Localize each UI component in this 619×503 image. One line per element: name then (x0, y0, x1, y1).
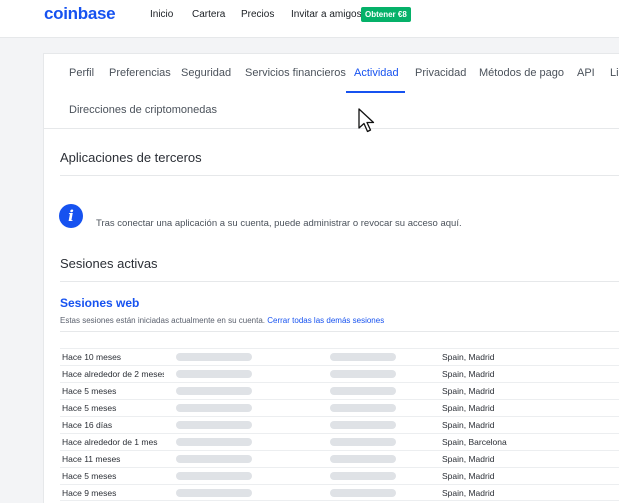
divider (60, 281, 619, 282)
tab-actividad[interactable]: Actividad (354, 67, 399, 79)
redacted-ip (330, 472, 396, 480)
top-bar: coinbase Inicio Cartera Precios Invitar … (0, 0, 619, 38)
nav-cartera[interactable]: Cartera (192, 9, 225, 20)
session-location: Spain, Madrid (442, 454, 495, 464)
session-row: Hace 5 meses Spain, Madrid (60, 382, 619, 399)
tab-direcciones-cripto[interactable]: Direcciones de criptomonedas (69, 104, 217, 116)
redacted-device (176, 353, 252, 361)
session-row: Hace 5 meses Spain, Madrid (60, 399, 619, 416)
redacted-device (176, 455, 252, 463)
redacted-ip (330, 387, 396, 395)
session-time: Hace alrededor de 2 meses (62, 369, 164, 379)
session-row: Hace 9 meses Spain, Madrid (60, 484, 619, 501)
tab-preferencias[interactable]: Preferencias (109, 67, 171, 79)
web-sessions-description: Estas sesiones están iniciadas actualmen… (60, 316, 384, 325)
session-time: Hace 10 meses (62, 352, 122, 362)
session-location: Spain, Madrid (442, 420, 495, 430)
third-party-title: Aplicaciones de terceros (60, 150, 202, 165)
tab-perfil[interactable]: Perfil (69, 67, 94, 79)
session-row: Hace 10 meses Spain, Madrid (60, 348, 619, 365)
divider (60, 331, 619, 332)
session-row: Hace 16 días Spain, Madrid (60, 416, 619, 433)
tab-li[interactable]: Li (610, 67, 619, 79)
session-location: Spain, Madrid (442, 403, 495, 413)
redacted-device (176, 387, 252, 395)
session-location: Spain, Barcelona (442, 437, 507, 447)
redacted-ip (330, 455, 396, 463)
session-time: Hace alrededor de 1 mes (62, 437, 158, 447)
web-sessions-title: Sesiones web (60, 296, 140, 310)
session-location: Spain, Madrid (442, 471, 495, 481)
coinbase-logo[interactable]: coinbase (44, 4, 116, 24)
redacted-device (176, 489, 252, 497)
nav-precios[interactable]: Precios (241, 9, 274, 20)
close-all-sessions-link[interactable]: Cerrar todas las demás sesiones (267, 316, 384, 325)
redacted-ip (330, 489, 396, 497)
session-time: Hace 16 días (62, 420, 113, 430)
session-location: Spain, Madrid (442, 369, 495, 379)
sessions-table: Hace 10 meses Spain, Madrid Hace alrededor… (60, 348, 619, 501)
redacted-ip (330, 370, 396, 378)
session-row: Hace 11 meses Spain, Madrid (60, 450, 619, 467)
redacted-device (176, 370, 252, 378)
settings-card: Perfil Preferencias Seguridad Servicios … (43, 53, 619, 503)
nav-inicio[interactable]: Inicio (150, 9, 173, 20)
session-row: Hace alrededor de 1 mes Spain, Barcelona (60, 433, 619, 450)
tab-privacidad[interactable]: Privacidad (415, 67, 466, 79)
redacted-ip (330, 353, 396, 361)
tab-metodos-pago[interactable]: Métodos de pago (479, 67, 564, 79)
promo-badge[interactable]: Obtener €8 (361, 7, 411, 22)
session-location: Spain, Madrid (442, 352, 495, 362)
redacted-device (176, 421, 252, 429)
tab-api[interactable]: API (577, 67, 595, 79)
redacted-ip (330, 404, 396, 412)
active-tab-indicator (346, 91, 405, 93)
session-location: Spain, Madrid (442, 488, 495, 498)
session-time: Hace 5 meses (62, 386, 117, 396)
tab-servicios-financieros[interactable]: Servicios financieros (245, 67, 346, 79)
redacted-ip (330, 438, 396, 446)
info-icon: i (59, 204, 83, 228)
settings-tabs: Perfil Preferencias Seguridad Servicios … (44, 54, 619, 129)
tab-seguridad[interactable]: Seguridad (181, 67, 231, 79)
session-time: Hace 9 meses (62, 488, 117, 498)
redacted-device (176, 438, 252, 446)
redacted-device (176, 404, 252, 412)
nav-invitar-amigos[interactable]: Invitar a amigos (291, 9, 362, 20)
session-row: Hace 5 meses Spain, Madrid (60, 467, 619, 484)
session-time: Hace 5 meses (62, 471, 117, 481)
session-time: Hace 11 meses (62, 454, 121, 464)
session-location: Spain, Madrid (442, 386, 495, 396)
session-time: Hace 5 meses (62, 403, 117, 413)
info-text: Tras conectar una aplicación a su cuenta… (96, 218, 462, 229)
divider (60, 175, 619, 176)
web-sessions-desc-text: Estas sesiones están iniciadas actualmen… (60, 316, 266, 325)
redacted-device (176, 472, 252, 480)
redacted-ip (330, 421, 396, 429)
active-sessions-title: Sesiones activas (60, 256, 158, 271)
session-row: Hace alrededor de 2 meses Spain, Madrid (60, 365, 619, 382)
mouse-pointer-icon (358, 108, 375, 133)
